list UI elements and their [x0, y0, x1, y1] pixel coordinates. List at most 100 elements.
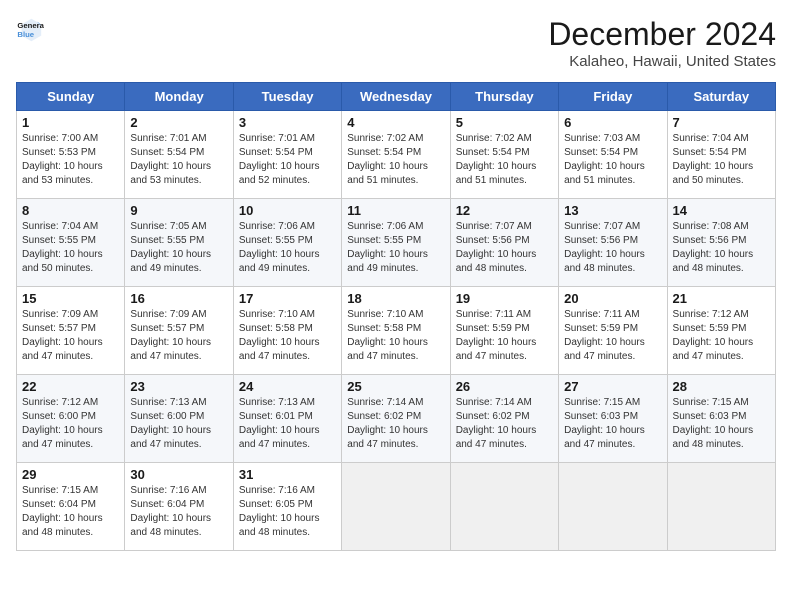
day-info: Sunrise: 7:08 AMSunset: 5:56 PMDaylight:…: [673, 220, 770, 276]
calendar-cell: 25 Sunrise: 7:14 AMSunset: 6:02 PMDayligh…: [342, 375, 450, 463]
calendar-cell: 28 Sunrise: 7:15 AMSunset: 6:03 PMDayligh…: [667, 375, 775, 463]
calendar-cell: 23 Sunrise: 7:13 AMSunset: 6:00 PMDayligh…: [125, 375, 233, 463]
calendar-subtitle: Kalaheo, Hawaii, United States: [548, 53, 776, 70]
day-info: Sunrise: 7:00 AMSunset: 5:53 PMDaylight:…: [22, 132, 119, 188]
day-info: Sunrise: 7:15 AMSunset: 6:03 PMDaylight:…: [564, 396, 661, 452]
day-number: 19: [456, 291, 553, 306]
calendar-cell: 27 Sunrise: 7:15 AMSunset: 6:03 PMDayligh…: [559, 375, 667, 463]
day-number: 21: [673, 291, 770, 306]
day-number: 26: [456, 379, 553, 394]
calendar-cell: 6 Sunrise: 7:03 AMSunset: 5:54 PMDaylight…: [559, 111, 667, 199]
calendar-cell: [450, 463, 558, 551]
day-number: 9: [130, 203, 227, 218]
day-info: Sunrise: 7:14 AMSunset: 6:02 PMDaylight:…: [347, 396, 444, 452]
calendar-week-row: 22 Sunrise: 7:12 AMSunset: 6:00 PMDayligh…: [17, 375, 776, 463]
day-info: Sunrise: 7:13 AMSunset: 6:01 PMDaylight:…: [239, 396, 336, 452]
day-number: 3: [239, 115, 336, 130]
day-info: Sunrise: 7:06 AMSunset: 5:55 PMDaylight:…: [347, 220, 444, 276]
day-info: Sunrise: 7:03 AMSunset: 5:54 PMDaylight:…: [564, 132, 661, 188]
calendar-table: Sunday Monday Tuesday Wednesday Thursday…: [16, 82, 776, 551]
day-number: 27: [564, 379, 661, 394]
day-number: 16: [130, 291, 227, 306]
day-number: 1: [22, 115, 119, 130]
header-tuesday: Tuesday: [233, 83, 341, 111]
calendar-cell: 9 Sunrise: 7:05 AMSunset: 5:55 PMDaylight…: [125, 199, 233, 287]
day-number: 24: [239, 379, 336, 394]
calendar-cell: 2 Sunrise: 7:01 AMSunset: 5:54 PMDaylight…: [125, 111, 233, 199]
page-header: General Blue General Blue December 2024 …: [16, 16, 776, 70]
day-number: 15: [22, 291, 119, 306]
day-info: Sunrise: 7:04 AMSunset: 5:54 PMDaylight:…: [673, 132, 770, 188]
day-number: 11: [347, 203, 444, 218]
header-sunday: Sunday: [17, 83, 125, 111]
header-monday: Monday: [125, 83, 233, 111]
day-info: Sunrise: 7:12 AMSunset: 6:00 PMDaylight:…: [22, 396, 119, 452]
day-info: Sunrise: 7:07 AMSunset: 5:56 PMDaylight:…: [564, 220, 661, 276]
calendar-week-row: 8 Sunrise: 7:04 AMSunset: 5:55 PMDaylight…: [17, 199, 776, 287]
day-header-row: Sunday Monday Tuesday Wednesday Thursday…: [17, 83, 776, 111]
calendar-title: December 2024: [548, 16, 776, 53]
day-info: Sunrise: 7:10 AMSunset: 5:58 PMDaylight:…: [239, 308, 336, 364]
day-info: Sunrise: 7:09 AMSunset: 5:57 PMDaylight:…: [22, 308, 119, 364]
calendar-cell: 20Sunrise: 7:11 AMSunset: 5:59 PMDayligh…: [559, 287, 667, 375]
calendar-cell: 29 Sunrise: 7:15 AMSunset: 6:04 PMDayligh…: [17, 463, 125, 551]
calendar-cell: 15 Sunrise: 7:09 AMSunset: 5:57 PMDayligh…: [17, 287, 125, 375]
calendar-cell: 30 Sunrise: 7:16 AMSunset: 6:04 PMDayligh…: [125, 463, 233, 551]
header-wednesday: Wednesday: [342, 83, 450, 111]
calendar-cell: 31 Sunrise: 7:16 AMSunset: 6:05 PMDayligh…: [233, 463, 341, 551]
calendar-cell: 11 Sunrise: 7:06 AMSunset: 5:55 PMDayligh…: [342, 199, 450, 287]
calendar-cell: 19Sunrise: 7:11 AMSunset: 5:59 PMDayligh…: [450, 287, 558, 375]
day-number: 31: [239, 467, 336, 482]
header-saturday: Saturday: [667, 83, 775, 111]
day-number: 12: [456, 203, 553, 218]
day-info: Sunrise: 7:09 AMSunset: 5:57 PMDaylight:…: [130, 308, 227, 364]
calendar-cell: 22 Sunrise: 7:12 AMSunset: 6:00 PMDayligh…: [17, 375, 125, 463]
day-number: 30: [130, 467, 227, 482]
header-friday: Friday: [559, 83, 667, 111]
day-info: Sunrise: 7:15 AMSunset: 6:04 PMDaylight:…: [22, 484, 119, 540]
calendar-cell: 12 Sunrise: 7:07 AMSunset: 5:56 PMDayligh…: [450, 199, 558, 287]
day-info: Sunrise: 7:13 AMSunset: 6:00 PMDaylight:…: [130, 396, 227, 452]
calendar-cell: 24 Sunrise: 7:13 AMSunset: 6:01 PMDayligh…: [233, 375, 341, 463]
day-info: Sunrise: 7:02 AMSunset: 5:54 PMDaylight:…: [456, 132, 553, 188]
day-number: 23: [130, 379, 227, 394]
day-info: Sunrise: 7:14 AMSunset: 6:02 PMDaylight:…: [456, 396, 553, 452]
day-info: Sunrise: 7:10 AMSunset: 5:58 PMDaylight:…: [347, 308, 444, 364]
day-number: 7: [673, 115, 770, 130]
day-number: 14: [673, 203, 770, 218]
day-number: 18: [347, 291, 444, 306]
day-number: 22: [22, 379, 119, 394]
day-number: 2: [130, 115, 227, 130]
svg-text:Blue: Blue: [17, 30, 34, 39]
day-number: 29: [22, 467, 119, 482]
day-number: 4: [347, 115, 444, 130]
calendar-week-row: 29 Sunrise: 7:15 AMSunset: 6:04 PMDayligh…: [17, 463, 776, 551]
day-info: Sunrise: 7:04 AMSunset: 5:55 PMDaylight:…: [22, 220, 119, 276]
day-info: Sunrise: 7:05 AMSunset: 5:55 PMDaylight:…: [130, 220, 227, 276]
day-number: 28: [673, 379, 770, 394]
logo: General Blue General Blue: [16, 16, 44, 44]
calendar-cell: 21Sunrise: 7:12 AMSunset: 5:59 PMDayligh…: [667, 287, 775, 375]
day-info: Sunrise: 7:16 AMSunset: 6:05 PMDaylight:…: [239, 484, 336, 540]
calendar-cell: 5 Sunrise: 7:02 AMSunset: 5:54 PMDaylight…: [450, 111, 558, 199]
calendar-cell: 18 Sunrise: 7:10 AMSunset: 5:58 PMDayligh…: [342, 287, 450, 375]
day-number: 25: [347, 379, 444, 394]
day-info: Sunrise: 7:07 AMSunset: 5:56 PMDaylight:…: [456, 220, 553, 276]
day-number: 8: [22, 203, 119, 218]
calendar-week-row: 15 Sunrise: 7:09 AMSunset: 5:57 PMDayligh…: [17, 287, 776, 375]
day-info: Sunrise: 7:15 AMSunset: 6:03 PMDaylight:…: [673, 396, 770, 452]
day-info: Sunrise: 7:16 AMSunset: 6:04 PMDaylight:…: [130, 484, 227, 540]
day-number: 6: [564, 115, 661, 130]
day-info: Sunrise: 7:02 AMSunset: 5:54 PMDaylight:…: [347, 132, 444, 188]
day-info: Sunrise: 7:01 AMSunset: 5:54 PMDaylight:…: [130, 132, 227, 188]
calendar-cell: 16 Sunrise: 7:09 AMSunset: 5:57 PMDayligh…: [125, 287, 233, 375]
calendar-cell: 26 Sunrise: 7:14 AMSunset: 6:02 PMDayligh…: [450, 375, 558, 463]
calendar-cell: 3Sunrise: 7:01 AMSunset: 5:54 PMDaylight…: [233, 111, 341, 199]
calendar-cell: [667, 463, 775, 551]
calendar-cell: [342, 463, 450, 551]
day-number: 5: [456, 115, 553, 130]
calendar-cell: 1 Sunrise: 7:00 AMSunset: 5:53 PMDaylight…: [17, 111, 125, 199]
day-number: 17: [239, 291, 336, 306]
calendar-cell: 14 Sunrise: 7:08 AMSunset: 5:56 PMDayligh…: [667, 199, 775, 287]
calendar-cell: 17 Sunrise: 7:10 AMSunset: 5:58 PMDayligh…: [233, 287, 341, 375]
